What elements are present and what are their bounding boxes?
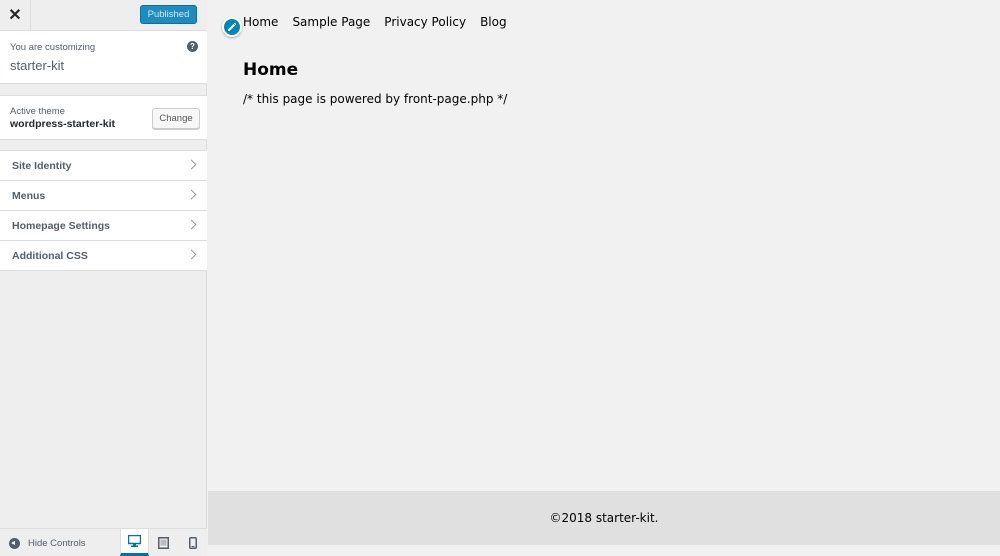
- tablet-icon: [158, 536, 169, 549]
- nav-link-privacy-policy[interactable]: Privacy Policy: [384, 15, 466, 29]
- customizer-sidebar: ✕ Published You are customizing starter-…: [0, 0, 207, 556]
- help-icon[interactable]: ?: [187, 41, 198, 52]
- mobile-preview-button[interactable]: [178, 529, 207, 556]
- customizer-sections: Site Identity Menus Homepage Settings Ad…: [0, 150, 207, 271]
- customizer-footer: Hide Controls: [0, 528, 207, 556]
- site-preview: Home Sample Page Privacy Policy Blog Hom…: [208, 0, 1000, 556]
- close-icon[interactable]: ✕: [0, 0, 31, 30]
- chevron-right-icon: [186, 249, 197, 260]
- customizing-label: You are customizing: [10, 42, 96, 53]
- tablet-preview-button[interactable]: [149, 529, 178, 556]
- site-footer: ©2018 starter-kit.: [208, 491, 1000, 545]
- pencil-icon: [228, 22, 237, 31]
- chevron-right-icon: [186, 189, 197, 200]
- section-label: Homepage Settings: [12, 220, 111, 232]
- active-theme-name: wordpress-starter-kit: [10, 118, 116, 130]
- section-label: Additional CSS: [12, 250, 88, 262]
- page-content: /* this page is powered by front-page.ph…: [243, 92, 508, 106]
- nav-link-sample-page[interactable]: Sample Page: [292, 15, 370, 29]
- chevron-right-icon: [186, 159, 197, 170]
- section-additional-css[interactable]: Additional CSS: [0, 241, 207, 271]
- section-site-identity[interactable]: Site Identity: [0, 151, 207, 181]
- edit-menu-shortcut[interactable]: [222, 17, 242, 37]
- section-menus[interactable]: Menus: [0, 181, 207, 211]
- customizer-header: ✕ Published: [0, 0, 207, 31]
- hide-controls-label: Hide Controls: [28, 538, 86, 549]
- site-navigation: Home Sample Page Privacy Policy Blog: [243, 15, 507, 29]
- mobile-icon: [188, 536, 197, 549]
- nav-link-blog[interactable]: Blog: [480, 15, 507, 29]
- active-theme-panel: Active theme wordpress-starter-kit Chang…: [0, 95, 207, 140]
- page-title: Home: [243, 60, 299, 80]
- hide-controls-icon: [9, 538, 20, 549]
- nav-link-home[interactable]: Home: [243, 15, 278, 29]
- desktop-preview-button[interactable]: [120, 529, 149, 556]
- change-theme-button[interactable]: Change: [152, 108, 200, 129]
- site-name: starter-kit: [10, 58, 65, 73]
- hide-controls-button[interactable]: Hide Controls: [0, 529, 120, 556]
- footer-copyright: ©2018 starter-kit.: [549, 511, 659, 525]
- publish-button[interactable]: Published: [140, 5, 197, 24]
- chevron-right-icon: [186, 219, 197, 230]
- section-homepage-settings[interactable]: Homepage Settings: [0, 211, 207, 241]
- desktop-icon: [128, 535, 141, 547]
- customizing-info: You are customizing starter-kit ?: [0, 31, 207, 84]
- section-label: Menus: [12, 190, 46, 202]
- active-theme-label: Active theme: [10, 106, 65, 117]
- section-label: Site Identity: [12, 160, 72, 172]
